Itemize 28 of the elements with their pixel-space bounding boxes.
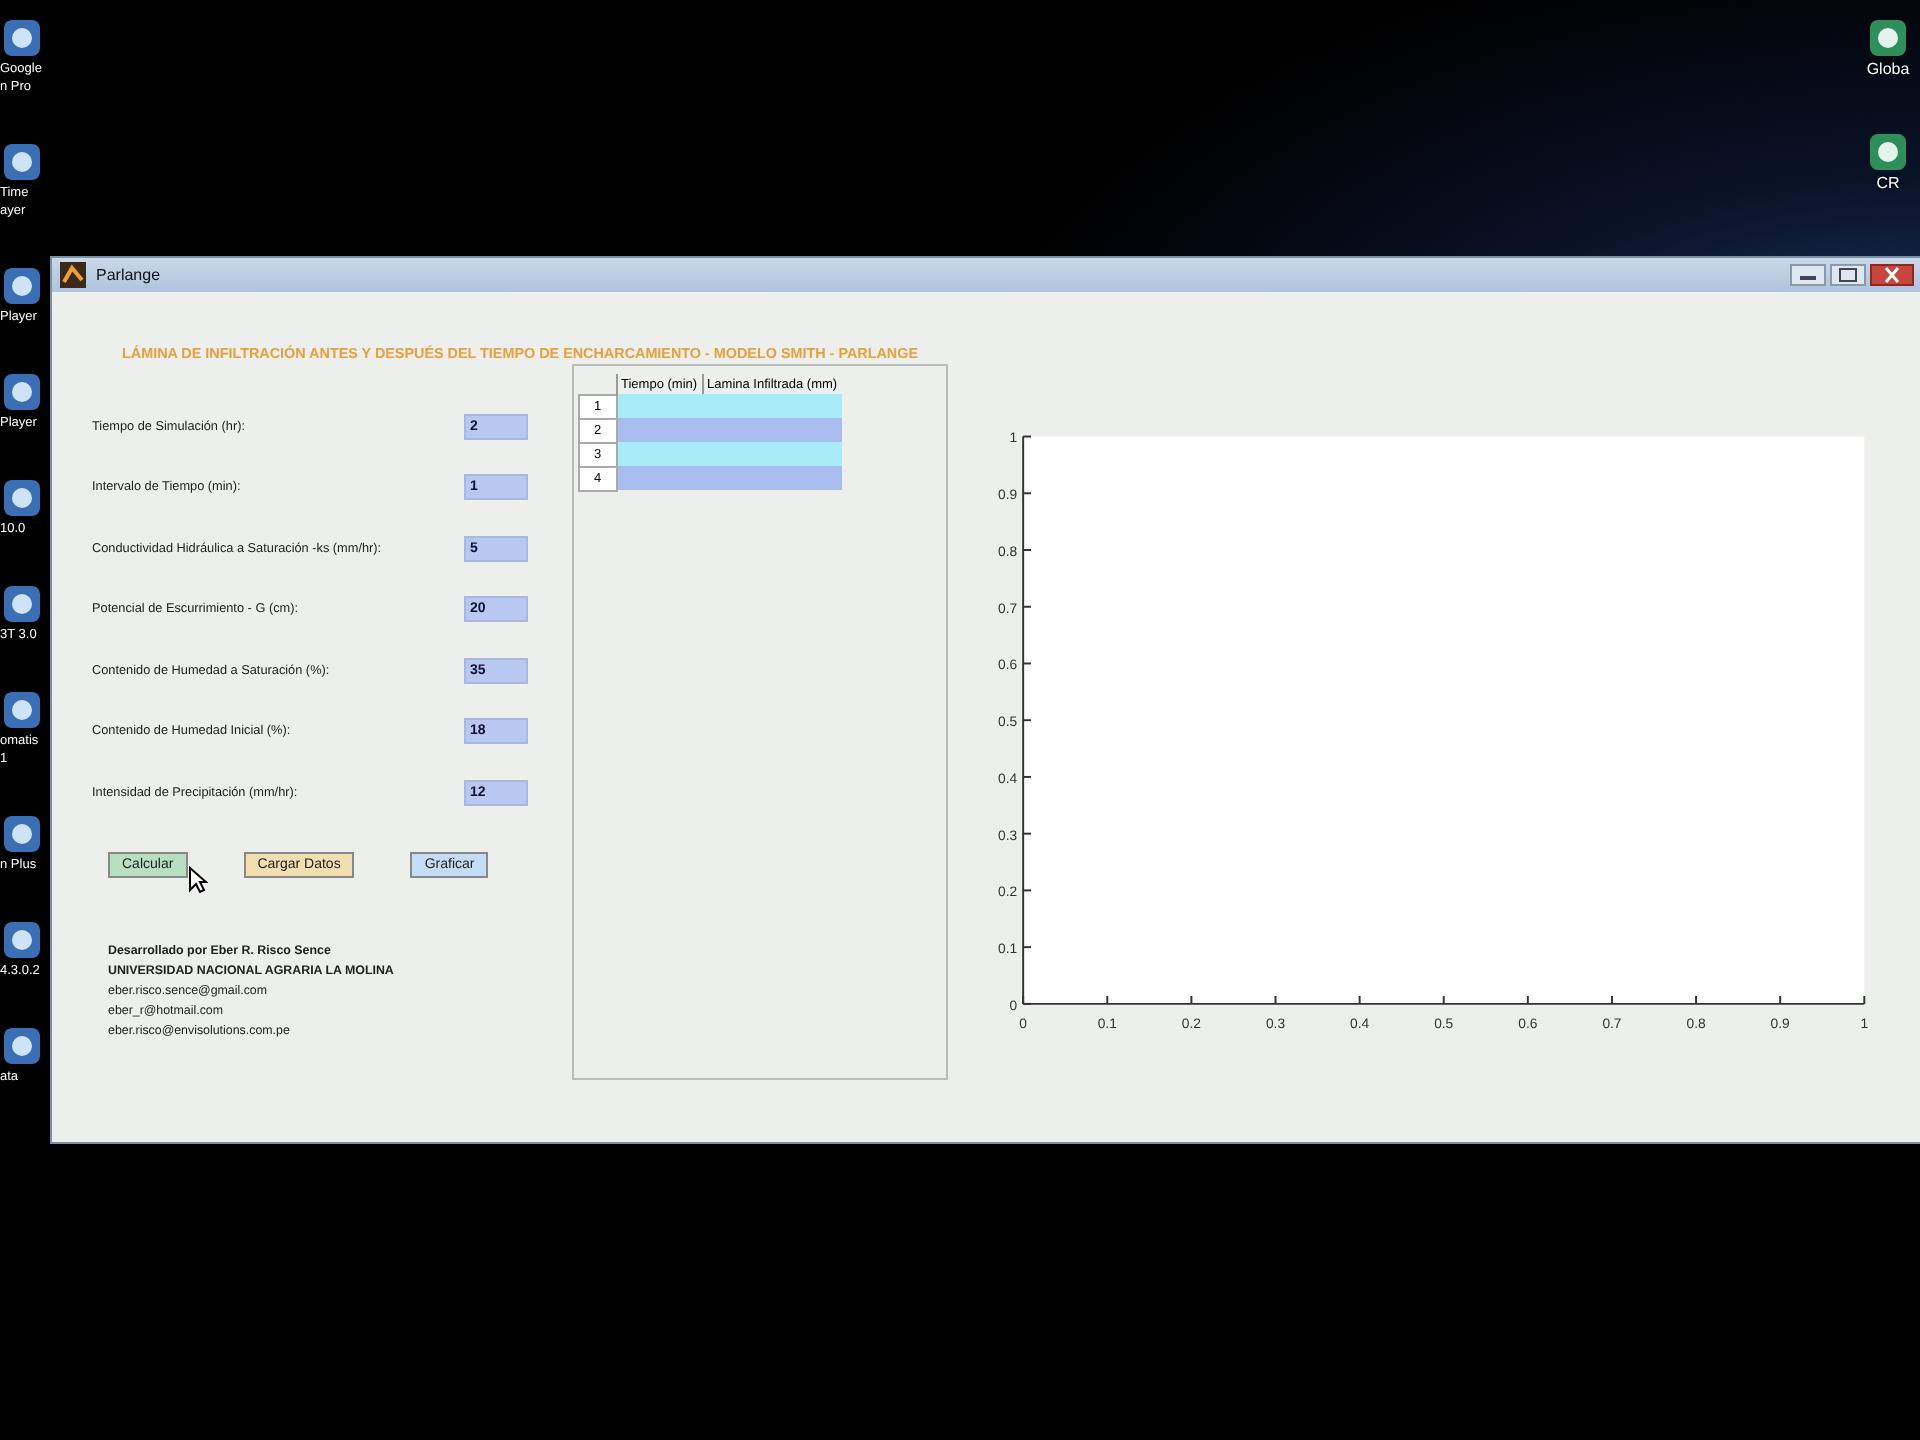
close-icon[interactable] xyxy=(1870,264,1914,286)
app-icon[interactable] xyxy=(0,582,44,626)
icon-label: CR xyxy=(1876,174,1900,192)
app-icon[interactable] xyxy=(0,688,44,732)
app-icon[interactable] xyxy=(0,16,44,60)
app-icon[interactable] xyxy=(0,476,44,520)
app-icon[interactable] xyxy=(0,140,44,184)
cursor-icon xyxy=(188,865,208,893)
window-title: Parlange xyxy=(96,266,161,284)
table-cell[interactable] xyxy=(616,442,703,466)
app-icon[interactable] xyxy=(0,812,44,856)
app-icon[interactable] xyxy=(1866,130,1910,174)
app-icon[interactable] xyxy=(1866,16,1910,60)
maximize-icon[interactable] xyxy=(1830,264,1866,286)
table-cell[interactable] xyxy=(702,442,842,466)
app-icon[interactable] xyxy=(0,370,44,414)
table-cell[interactable] xyxy=(702,394,842,418)
table-cell[interactable] xyxy=(702,418,842,442)
minimize-icon[interactable] xyxy=(1790,264,1826,286)
table-cell[interactable] xyxy=(616,418,703,442)
app-icon[interactable] xyxy=(0,918,44,962)
app-icon[interactable] xyxy=(0,1024,44,1068)
icon-label: Globa xyxy=(1866,60,1910,78)
table-cell[interactable] xyxy=(702,466,842,490)
table-cell[interactable] xyxy=(616,394,703,418)
app-icon[interactable] xyxy=(0,264,44,308)
app-icon xyxy=(60,262,86,288)
table-cell[interactable] xyxy=(616,466,703,490)
